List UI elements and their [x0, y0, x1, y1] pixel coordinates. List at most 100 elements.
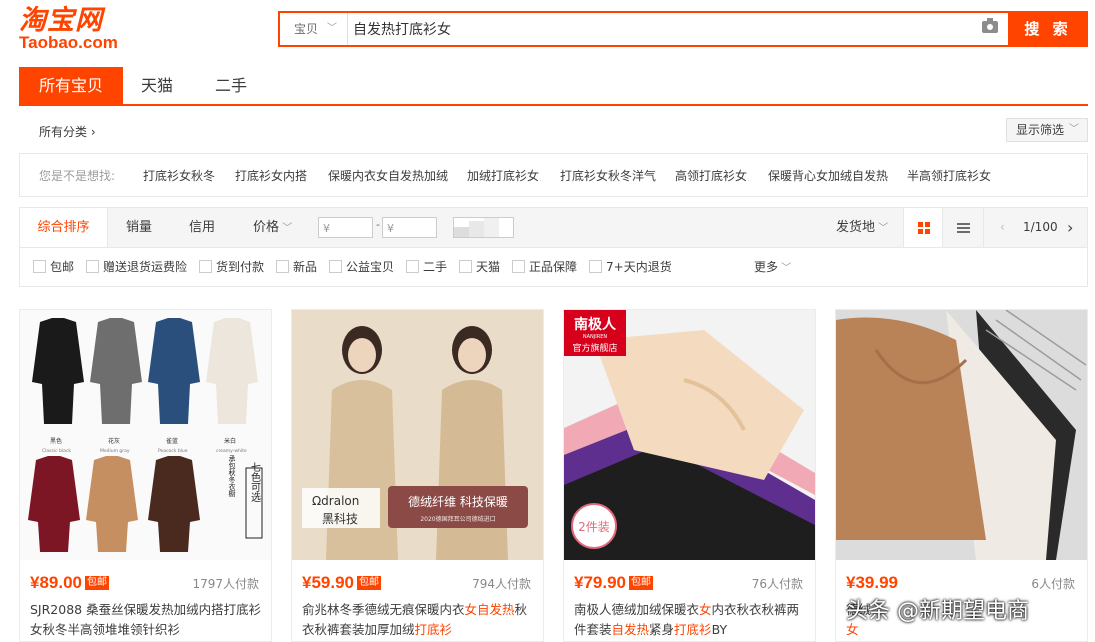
suggestion-item[interactable]: 打底衫女秋冬洋气: [560, 167, 656, 184]
filter-label: 二手: [423, 260, 448, 274]
more-label: 更多: [754, 260, 779, 274]
filter-label: 包邮: [50, 260, 75, 274]
product-card[interactable]: Ωdralon 黑科技 德绒纤维 科技保暖 2020德国拜耳公司德绒进口 ¥59…: [291, 309, 544, 642]
ship-from-select[interactable]: 发货地 ﹀: [836, 208, 888, 247]
filter-label: 赠送退货运费险: [103, 260, 188, 274]
suggestion-item[interactable]: 保暖背心女加绒自发热: [768, 167, 888, 184]
filter-label: 正品保障: [529, 260, 578, 274]
price-range-bar: [484, 218, 499, 237]
price-value: ¥79.90: [574, 573, 626, 592]
search-category-label: 宝贝: [294, 22, 319, 36]
color-label-en: Classic black: [42, 448, 71, 454]
suggestion-item[interactable]: 加绒打底衫女: [467, 167, 539, 184]
sales-count: 794人付款: [472, 577, 531, 591]
product-image[interactable]: [836, 310, 1087, 560]
filter-label: 新品: [293, 260, 318, 274]
all-categories-link[interactable]: 所有分类 ›: [39, 123, 96, 140]
title-part: 俞兆林冬季德绒无痕保暖内衣: [302, 602, 465, 617]
filter-free-shipping[interactable]: 包邮: [33, 260, 74, 274]
price-value: ¥89.00: [30, 573, 82, 592]
price-value: ¥39.99: [846, 573, 898, 592]
filter-return-insurance[interactable]: 赠送退货运费险: [86, 260, 187, 274]
product-title[interactable]: 南极人德绒加绒保暖衣女内衣秋衣秋裤两件套装自发热紧身打底衫BY: [574, 600, 806, 640]
product-image[interactable]: Ωdralon 黑科技 德绒纤维 科技保暖 2020德国拜耳公司德绒进口: [292, 310, 543, 560]
filter-checkbox-row: 包邮 赠送退货运费险 货到付款 新品 公益宝贝 二手 天猫 正品保障 7+天内退…: [20, 248, 1087, 286]
checkbox: [459, 260, 472, 273]
show-filter-button[interactable]: 显示筛选 ﹀: [1006, 118, 1088, 142]
filter-new[interactable]: 新品: [276, 260, 317, 274]
suggestion-item[interactable]: 半高领打底衫女: [907, 167, 991, 184]
logo-text-en: Taobao.com: [19, 33, 118, 52]
sales-count: 76人付款: [751, 577, 803, 591]
price-min-input[interactable]: ¥: [318, 217, 373, 238]
product-image-art: [836, 310, 1087, 560]
search-bar: 宝贝 ﹀ 搜 索: [278, 11, 1088, 47]
product-price: ¥39.99: [846, 573, 898, 593]
color-label-en: creamy-white: [216, 448, 247, 454]
product-image-art: 南极人 NANJIREN 官方旗舰店 2件装: [564, 310, 815, 560]
suggestion-label: 您是不是想找:: [39, 169, 116, 183]
sort-sales[interactable]: 销量: [126, 208, 152, 247]
filter-label: 7+天内退货: [606, 260, 672, 274]
filter-7day-return[interactable]: 7+天内退货: [589, 260, 672, 274]
watermark: 头条 @新期望电商: [846, 599, 1029, 624]
color-label: 黑色: [50, 437, 62, 445]
chevron-down-icon: ﹀: [279, 223, 293, 234]
sort-price[interactable]: 价格 ﹀: [253, 208, 292, 247]
filter-charity[interactable]: 公益宝贝: [329, 260, 394, 274]
search-input[interactable]: [353, 17, 973, 41]
tab-all-items[interactable]: 所有宝贝: [19, 67, 123, 104]
checkbox: [86, 260, 99, 273]
sort-comprehensive[interactable]: 综合排序: [20, 208, 108, 247]
filter-label: 货到付款: [216, 260, 265, 274]
price-range-bar: [454, 227, 469, 237]
taobao-logo[interactable]: 淘宝网 Taobao.com: [19, 6, 118, 52]
prev-page-icon[interactable]: ‹: [1000, 208, 1005, 247]
list-icon: [957, 223, 970, 233]
suggestion-item[interactable]: 打底衫女秋冬: [143, 167, 215, 184]
sales-count: 1797人付款: [192, 577, 259, 591]
checkbox: [589, 260, 602, 273]
price-max-input[interactable]: ¥: [382, 217, 437, 238]
more-filters-button[interactable]: 更多 ﹀: [754, 260, 791, 276]
grid-view-button[interactable]: [903, 208, 943, 247]
suggestion-item[interactable]: 打底衫女内搭: [235, 167, 307, 184]
pack-badge-text: 2件装: [578, 520, 610, 534]
product-image[interactable]: 南极人 NANJIREN 官方旗舰店 2件装: [564, 310, 815, 560]
product-card[interactable]: 南极人 NANJIREN 官方旗舰店 2件装 ¥79.90 包邮 76人付款 南极…: [563, 309, 816, 642]
product-card[interactable]: 黑色 花灰 雀蓝 米白 Classic black Medium gray Pe…: [19, 309, 272, 642]
price-range-bars[interactable]: [453, 217, 514, 238]
title-highlight: 女自发热: [464, 602, 515, 617]
product-title[interactable]: SJR2088 桑蚕丝保暖发热加绒内搭打底衫女秋冬半高领堆堆领针织衫: [30, 600, 262, 640]
color-label-en: Peacock blue: [158, 448, 188, 454]
filter-label: 天猫: [476, 260, 501, 274]
sort-filter-bar: 综合排序 销量 信用 价格 ﹀ ¥ - ¥ 发货地 ﹀ ‹ 1/100 › 包邮…: [19, 207, 1088, 287]
camera-icon[interactable]: [982, 18, 998, 33]
product-title[interactable]: 俞兆林冬季德绒无痕保暖内衣女自发热秋衣秋裤套装加厚加绒打底衫: [302, 600, 534, 640]
free-shipping-badge: 包邮: [357, 576, 381, 590]
tab-secondhand[interactable]: 二手: [213, 67, 249, 104]
filter-cash-on-delivery[interactable]: 货到付款: [199, 260, 264, 274]
sort-price-label: 价格: [253, 220, 280, 235]
suggestion-item[interactable]: 保暖内衣女自发热加绒: [328, 167, 448, 184]
tab-tmall[interactable]: 天猫: [139, 67, 175, 104]
sort-credit[interactable]: 信用: [189, 208, 215, 247]
next-page-icon[interactable]: ›: [1067, 208, 1073, 247]
image-banner-sub: 2020德国拜耳公司德绒进口: [420, 515, 495, 523]
title-highlight: 打底衫: [414, 622, 453, 637]
search-category-select[interactable]: 宝贝 ﹀: [280, 13, 348, 45]
ship-from-label: 发货地: [836, 220, 876, 235]
show-filter-label: 显示筛选: [1016, 123, 1065, 137]
list-view-button[interactable]: [944, 208, 984, 247]
product-image[interactable]: 黑色 花灰 雀蓝 米白 Classic black Medium gray Pe…: [20, 310, 271, 560]
sales-count: 6人付款: [1031, 577, 1075, 591]
filter-genuine[interactable]: 正品保障: [512, 260, 577, 274]
checkbox: [406, 260, 419, 273]
image-banner-text: 德绒纤维 科技保暖: [408, 494, 508, 509]
image-tagline-1: 黑科技: [322, 512, 358, 526]
checkbox: [199, 260, 212, 273]
search-button[interactable]: 搜 索: [1008, 11, 1088, 47]
filter-secondhand[interactable]: 二手: [406, 260, 447, 274]
filter-tmall[interactable]: 天猫: [459, 260, 500, 274]
suggestion-item[interactable]: 高领打底衫女: [675, 167, 747, 184]
